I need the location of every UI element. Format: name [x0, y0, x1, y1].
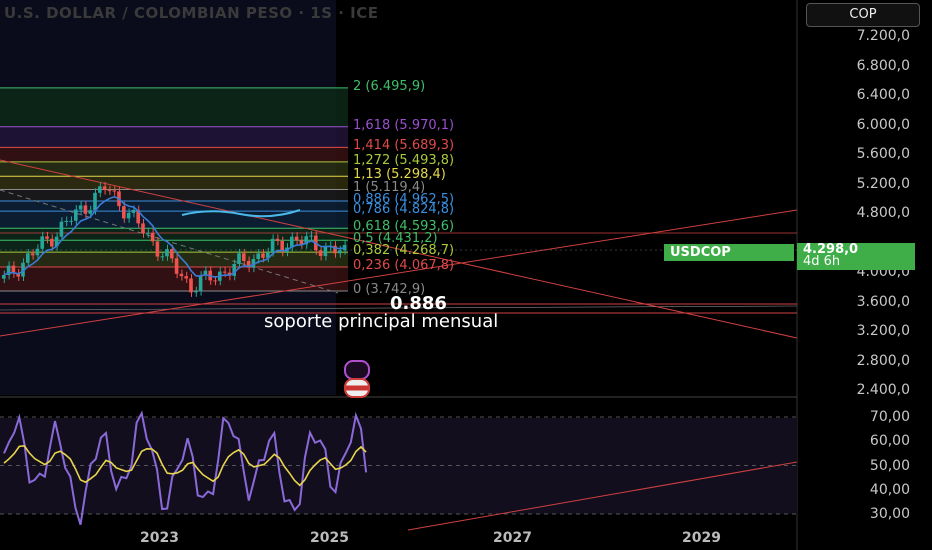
time-tick-label: 2027: [493, 530, 532, 546]
rsi-tick-label: 40,00: [869, 481, 910, 498]
price-tick-label: 2.400,0: [856, 382, 910, 398]
candle-body: [26, 253, 30, 263]
candle-body: [174, 258, 179, 274]
support-note: soporte principal mensual: [264, 311, 499, 332]
lightning-icon[interactable]: [344, 360, 370, 380]
candle-body: [59, 221, 64, 237]
candle-body: [122, 206, 126, 219]
fib-zone: [0, 176, 348, 190]
candle-body: [237, 253, 241, 265]
candle-body: [83, 205, 88, 214]
candle-body: [78, 205, 83, 210]
candle-body: [338, 250, 342, 254]
price-tick-label: 3.600,0: [856, 293, 910, 310]
fib-zone: [0, 161, 348, 177]
candle-body: [256, 253, 260, 260]
candle-body: [141, 223, 145, 234]
rsi-tick-label: 50,00: [869, 457, 910, 474]
us-flag-icon[interactable]: [344, 378, 370, 398]
time-tick-label: 2023: [140, 530, 179, 546]
fib-level-label: 1,414 (5.689,3): [353, 138, 455, 154]
rsi-band: [0, 418, 797, 514]
candle-body: [74, 209, 78, 221]
candle-body: [318, 250, 323, 257]
candle-body: [88, 210, 92, 214]
last-price-tag: 4.298,0 4d 6h: [797, 243, 915, 270]
candle-body: [198, 275, 203, 292]
bar-countdown: 4d 6h: [803, 254, 841, 269]
candle-body: [146, 232, 150, 234]
price-tick-label: 6.400,0: [856, 87, 910, 103]
candle-body: [98, 186, 102, 193]
candle-body: [213, 280, 217, 282]
price-tick-label: 2.800,0: [856, 352, 910, 369]
fib-zone: [0, 87, 348, 127]
fib-level-label: 0,786 (4.824,8): [353, 202, 455, 218]
candle-body: [93, 192, 97, 211]
candle-body: [2, 274, 6, 279]
fib-level-label: 1,618 (5.970,1): [353, 117, 455, 133]
candle-body: [131, 209, 136, 213]
fib-zone: [0, 147, 348, 162]
rsi-tick-label: 30,00: [869, 506, 910, 522]
time-tick-label: 2025: [310, 530, 349, 546]
candle-body: [294, 236, 299, 241]
candle-body: [102, 186, 107, 191]
candle-body: [35, 248, 40, 256]
candle-body: [50, 238, 54, 247]
time-tick-label: 2029: [682, 530, 721, 546]
candle-body: [170, 249, 174, 259]
fib-zone: [0, 126, 348, 148]
rsi-tick-label: 70,00: [869, 409, 910, 425]
candle-body: [194, 291, 198, 293]
candle-body: [155, 241, 160, 257]
candle-body: [45, 236, 49, 239]
candle-body: [40, 236, 44, 249]
candle-body: [64, 220, 68, 222]
candle-body: [179, 273, 184, 277]
candle-body: [30, 253, 35, 256]
price-tick-label: 4.800,0: [856, 205, 910, 221]
price-tick-label: 6.000,0: [856, 116, 910, 133]
currency-button[interactable]: COP: [806, 3, 920, 27]
candle-body: [126, 212, 131, 219]
candle-body: [69, 220, 73, 222]
candle-body: [150, 232, 155, 242]
candle-body: [184, 276, 188, 279]
fib-zone: [0, 266, 348, 291]
rsi-tick-label: 60,00: [869, 433, 910, 450]
candle-body: [261, 253, 265, 258]
price-tick-label: 5.600,0: [856, 146, 910, 162]
fib-level-label: 0,236 (4.067,8): [353, 257, 455, 273]
candle-body: [242, 253, 246, 261]
candle-body: [165, 249, 169, 257]
chart-title: U.S. DOLLAR / COLOMBIAN PESO · 1S · ICE: [4, 4, 379, 22]
price-tick-label: 6.800,0: [856, 57, 910, 74]
fib-level-label: 2 (6.495,9): [353, 78, 426, 94]
fib-level-label: 1,272 (5.493,8): [353, 152, 455, 168]
chart-canvas[interactable]: [0, 0, 932, 550]
candle-body: [107, 190, 112, 192]
price-tick-label: 3.200,0: [856, 323, 910, 339]
candle-body: [222, 271, 227, 273]
fib-zone: [0, 252, 348, 267]
candle-body: [189, 278, 193, 293]
price-tick-label: 7.200,0: [856, 28, 910, 44]
fib-level-label: 0,382 (4.268,7): [353, 243, 455, 259]
price-tick-label: 5.200,0: [856, 175, 910, 192]
candle-body: [270, 238, 275, 253]
candle-body: [323, 246, 328, 257]
symbol-tag: USDCOP: [664, 244, 794, 261]
candle-body: [112, 190, 116, 192]
candle-body: [160, 256, 164, 258]
candle-body: [275, 238, 280, 241]
candle-body: [309, 235, 313, 237]
